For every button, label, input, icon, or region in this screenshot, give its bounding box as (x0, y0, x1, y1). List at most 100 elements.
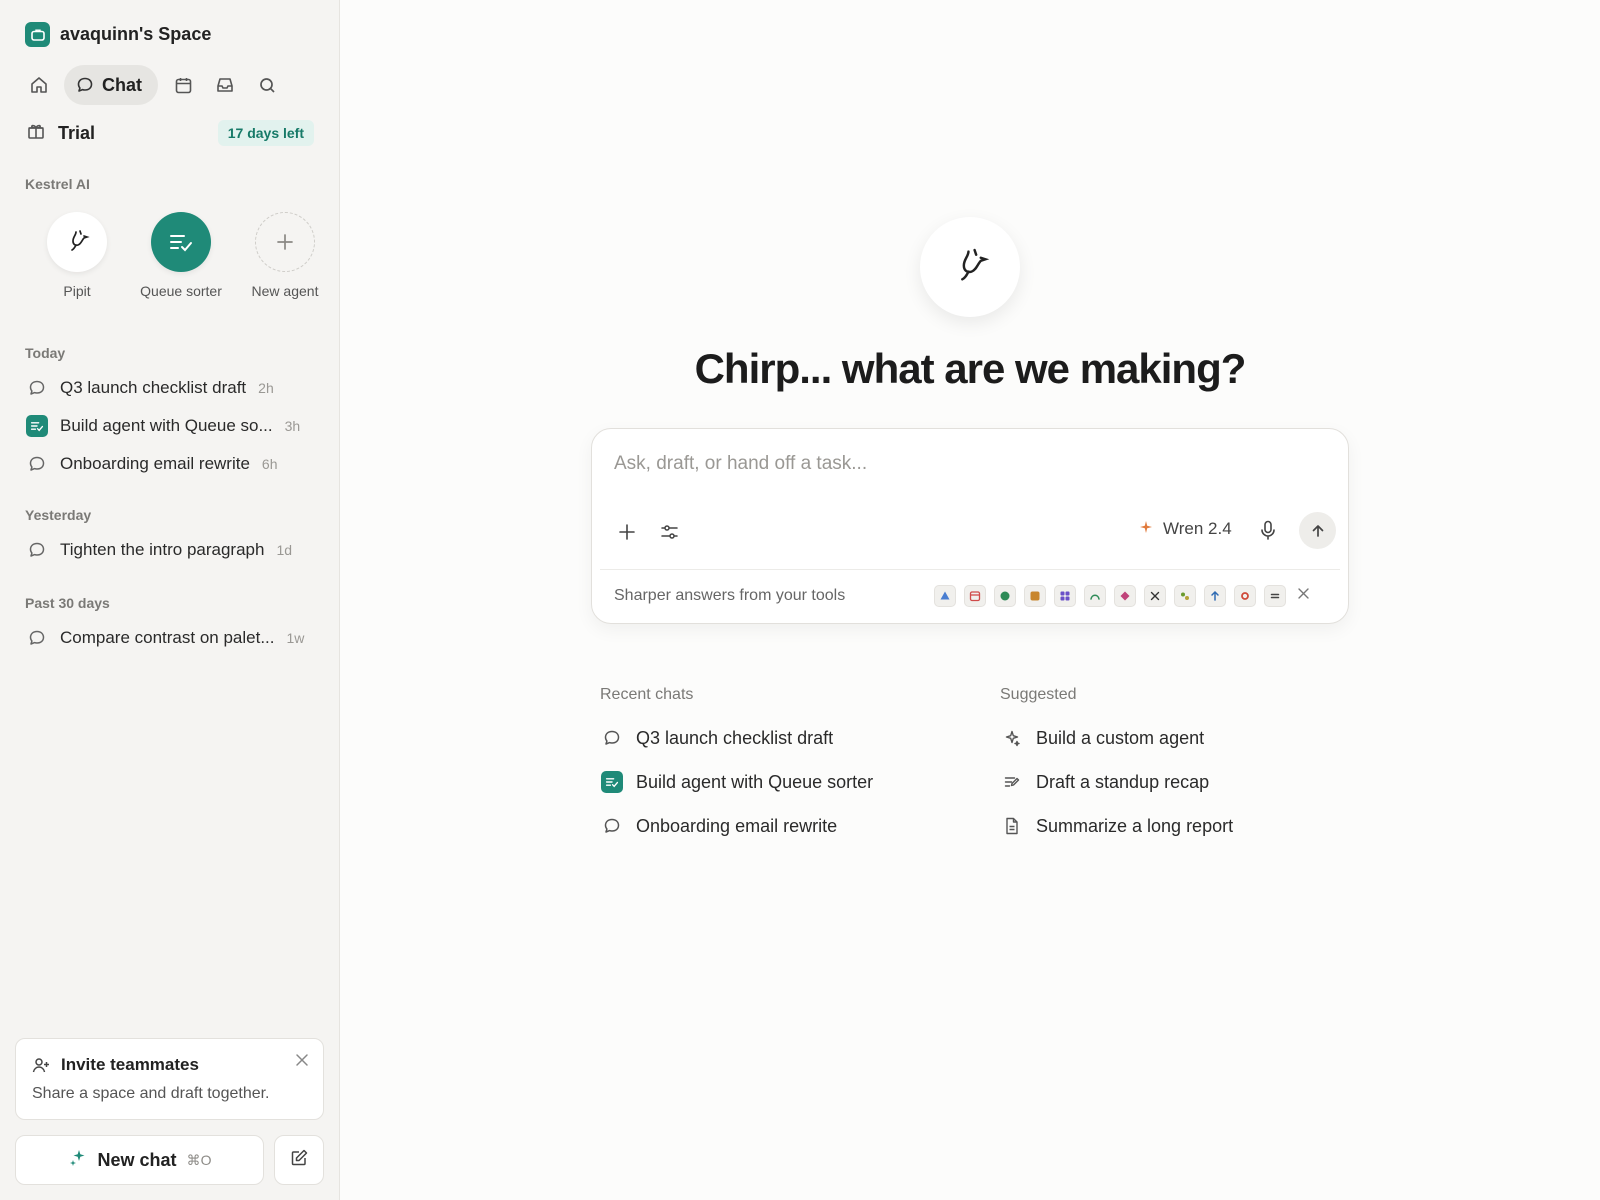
x-app-icon[interactable] (1144, 585, 1166, 607)
history-yesterday-list: Tighten the intro paragraph 1d (25, 531, 325, 569)
agent-name: Queue sorter (140, 283, 222, 299)
dots-app-icon[interactable] (1174, 585, 1196, 607)
search-icon[interactable] (250, 68, 284, 102)
edit-icon (290, 1148, 309, 1172)
green-dot-app-icon[interactable] (994, 585, 1016, 607)
plus-icon[interactable] (611, 516, 643, 548)
space-name: avaquinn's Space (60, 24, 212, 44)
recent-chat-label: Q3 launch checklist draft (636, 727, 834, 748)
arrow-up-icon (1312, 524, 1323, 537)
new-chat-label: New chat (97, 1149, 177, 1170)
arc-app-icon[interactable] (1084, 585, 1106, 607)
microphone-icon[interactable] (1252, 514, 1284, 546)
history-item-time: 1w (286, 630, 305, 646)
close-icon[interactable] (1297, 587, 1310, 605)
prompt-input[interactable] (614, 453, 1314, 475)
history-item[interactable]: Build agent with Queue so... 3h (25, 407, 325, 445)
suggested-title: Suggested (1000, 686, 1077, 703)
suggested-label: Draft a standup recap (1036, 771, 1210, 792)
agent-name: Pipit (63, 283, 91, 299)
history-item-time: 3h (284, 418, 301, 434)
pipit-bird-icon (920, 217, 1020, 317)
lines-app-icon[interactable] (1264, 585, 1286, 607)
invite-card[interactable]: Invite teammates Share a space and draft… (15, 1038, 324, 1120)
suggested-item[interactable]: Build a custom agent (1000, 716, 1233, 760)
invite-description: Share a space and draft together. (32, 1085, 270, 1102)
calendar-app-icon[interactable] (964, 585, 986, 607)
recent-chat-item[interactable]: Onboarding email rewrite (600, 804, 873, 848)
agent-queue-sorter[interactable]: Queue sorter (129, 212, 233, 299)
history-today-label: Today (25, 345, 66, 361)
history-item[interactable]: Compare contrast on palet... 1w (25, 619, 325, 657)
chat-bubble-icon (25, 627, 48, 650)
user-plus-icon (32, 1056, 51, 1080)
history-item[interactable]: Q3 launch checklist draft 2h (25, 369, 325, 407)
trial-row[interactable]: Trial 17 days left (26, 120, 314, 146)
chat-bubble-icon (25, 539, 48, 562)
plus-icon (255, 212, 315, 272)
calendar-icon[interactable] (166, 68, 200, 102)
chat-nav-button[interactable]: Chat (64, 65, 158, 105)
recent-chat-item[interactable]: Q3 launch checklist draft (600, 716, 873, 760)
upload-app-icon[interactable] (1204, 585, 1226, 607)
history-item-time: 2h (258, 380, 274, 396)
recent-chats-list: Q3 launch checklist draft Build agent wi… (600, 716, 873, 848)
suggested-item[interactable]: Draft a standup recap (1000, 760, 1233, 804)
queue-list-check-icon (600, 770, 624, 794)
history-item-time: 1d (276, 542, 293, 558)
agent-pipit[interactable]: Pipit (25, 212, 129, 299)
chat-bubble-icon (77, 77, 93, 92)
tool-integrations (934, 585, 1286, 607)
history-item-title: Onboarding email rewrite (60, 454, 250, 473)
history-item-title: Q3 launch checklist draft (60, 378, 247, 397)
chat-bubble-icon (600, 814, 624, 838)
space-logo-icon (25, 22, 50, 47)
gift-icon (26, 121, 46, 146)
history-item-time: 6h (261, 456, 278, 472)
trial-days-badge: 17 days left (217, 120, 314, 146)
recent-chats-title: Recent chats (600, 686, 694, 703)
history-today-list: Q3 launch checklist draft 2h Build agent… (25, 369, 325, 483)
composer-divider (600, 569, 1340, 570)
close-icon[interactable] (295, 1053, 309, 1072)
sliders-icon[interactable] (653, 516, 685, 548)
sparkle-icon (68, 1148, 88, 1173)
amber-square-app-icon[interactable] (1024, 585, 1046, 607)
inbox-icon[interactable] (208, 68, 242, 102)
sparkle-icon (1000, 726, 1024, 750)
history-item-title: Compare contrast on palet... (60, 628, 275, 647)
history-item-title: Build agent with Queue so... (60, 416, 273, 435)
new-chat-button[interactable]: New chat ⌘O (15, 1135, 264, 1185)
history-past-list: Compare contrast on palet... 1w (25, 619, 325, 657)
history-item-title: Tighten the intro paragraph (60, 540, 265, 559)
agent-new[interactable]: New agent (233, 212, 337, 299)
lines-pen-icon (1000, 770, 1024, 794)
new-chat-shortcut: ⌘O (186, 1151, 212, 1168)
trial-label: Trial (58, 122, 96, 143)
history-item[interactable]: Tighten the intro paragraph 1d (25, 531, 325, 569)
home-icon[interactable] (22, 68, 56, 102)
sparkle-icon (1139, 519, 1153, 539)
suggested-label: Build a custom agent (1036, 727, 1205, 748)
agents-section-label: Kestrel AI (25, 176, 90, 192)
pipit-bird-icon (47, 212, 107, 272)
ring-app-icon[interactable] (1234, 585, 1256, 607)
chat-bubble-icon (25, 453, 48, 476)
page-headline: Chirp... what are we making? (694, 345, 1247, 392)
queue-list-check-icon (151, 212, 211, 272)
model-selector[interactable]: Wren 2.4 (1139, 519, 1232, 539)
suggested-list: Build a custom agent Draft a standup rec… (1000, 716, 1233, 848)
recent-chat-item[interactable]: Build agent with Queue sorter (600, 760, 873, 804)
agents-row: Pipit Queue sorter New agent (25, 212, 337, 299)
send-button[interactable] (1299, 512, 1336, 549)
grid-app-icon[interactable] (1054, 585, 1076, 607)
history-item[interactable]: Onboarding email rewrite 6h (25, 445, 325, 483)
history-past-label: Past 30 days (25, 595, 110, 611)
chat-nav-label: Chat (102, 74, 142, 95)
chat-bubble-icon (600, 726, 624, 750)
compose-button[interactable] (274, 1135, 324, 1185)
drive-triangle-icon[interactable] (934, 585, 956, 607)
space-switcher[interactable]: avaquinn's Space (25, 22, 211, 47)
diamond-app-icon[interactable] (1114, 585, 1136, 607)
suggested-item[interactable]: Summarize a long report (1000, 804, 1233, 848)
